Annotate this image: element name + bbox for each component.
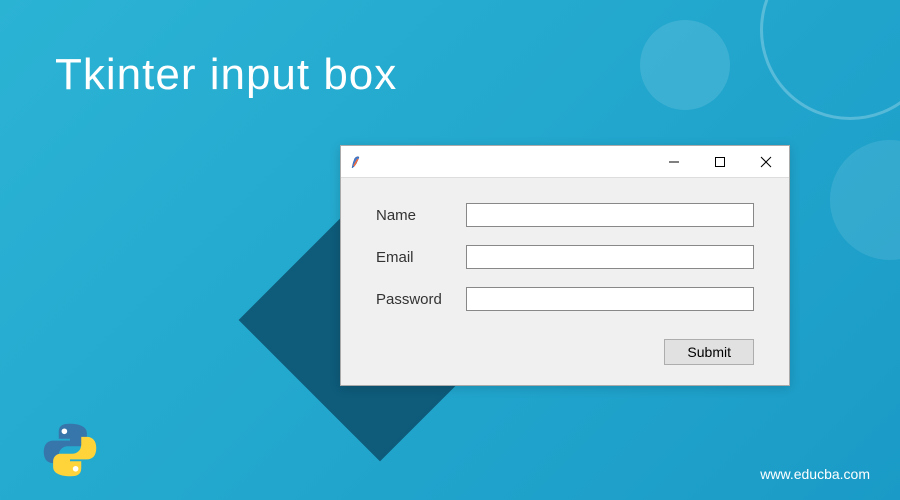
name-label: Name: [376, 207, 466, 224]
password-label: Password: [376, 291, 466, 308]
close-icon: [760, 156, 772, 168]
python-logo-icon: [40, 420, 100, 480]
window-title-bar: [341, 146, 789, 178]
email-label: Email: [376, 249, 466, 266]
submit-button[interactable]: Submit: [664, 339, 754, 365]
name-input[interactable]: [466, 203, 754, 227]
bg-decoration-circle: [830, 140, 900, 260]
form-row-email: Email: [376, 245, 754, 269]
maximize-button[interactable]: [697, 146, 743, 178]
footer-url: www.educba.com: [760, 466, 870, 482]
maximize-icon: [714, 156, 726, 168]
form-body: Name Email Password Submit: [341, 178, 789, 385]
tkinter-window: Name Email Password Submit: [340, 145, 790, 386]
minimize-button[interactable]: [651, 146, 697, 178]
tk-feather-icon: [349, 154, 365, 170]
bg-decoration-circle: [760, 0, 900, 120]
page-title: Tkinter input box: [55, 50, 397, 100]
close-button[interactable]: [743, 146, 789, 178]
window-controls: [651, 146, 789, 178]
form-row-password: Password: [376, 287, 754, 311]
form-row-name: Name: [376, 203, 754, 227]
bg-decoration-circle: [640, 20, 730, 110]
minimize-icon: [668, 156, 680, 168]
email-input[interactable]: [466, 245, 754, 269]
button-row: Submit: [376, 339, 754, 365]
password-input[interactable]: [466, 287, 754, 311]
